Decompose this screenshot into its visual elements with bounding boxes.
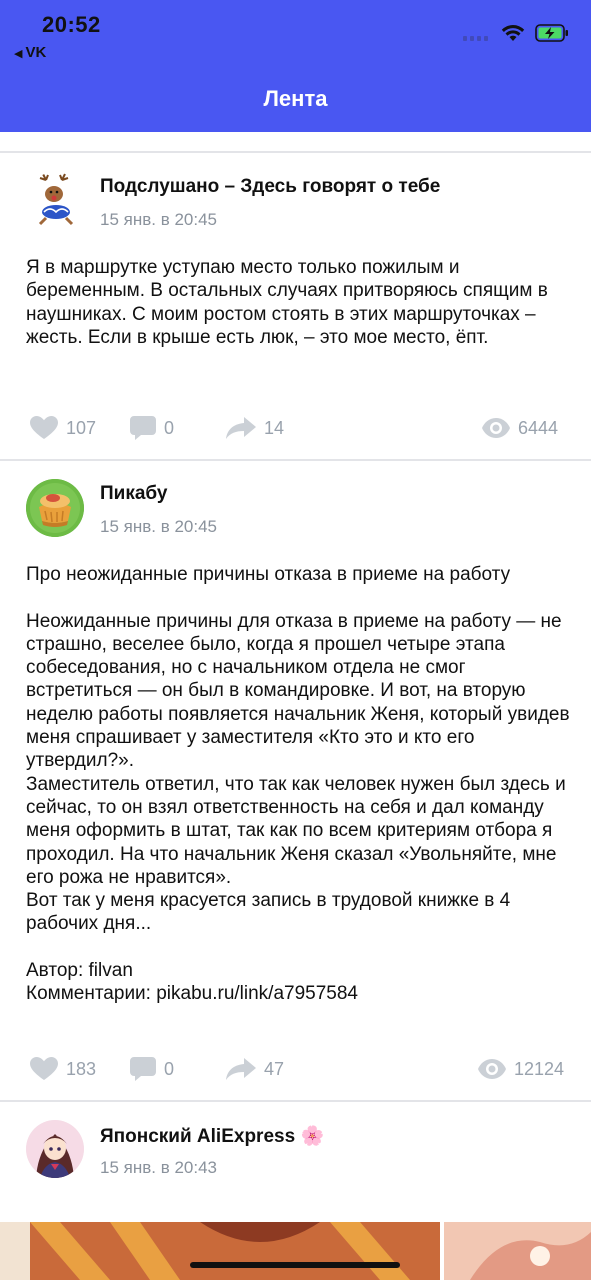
share-button[interactable]: 47: [226, 1049, 284, 1089]
author-name: Японский AliExpress: [100, 1126, 296, 1147]
comment-count: 0: [164, 1058, 175, 1079]
reindeer-icon[interactable]: [26, 172, 84, 230]
page-title: Лента: [263, 86, 328, 111]
post-date[interactable]: 15 янв. в 20:45: [100, 210, 217, 230]
post-actions: 183 0 47 12124: [0, 1049, 591, 1089]
share-button[interactable]: 14: [226, 408, 284, 448]
status-time: 20:52: [42, 12, 101, 37]
like-button[interactable]: 107: [30, 408, 96, 448]
share-count: 47: [264, 1058, 285, 1079]
wifi-icon: [501, 25, 525, 41]
heart-icon: [30, 1057, 58, 1080]
post-text: Я в маршрутке уступаю место только пожил…: [26, 257, 554, 348]
comment-button[interactable]: 0: [130, 408, 174, 448]
share-arrow-icon: [226, 1058, 256, 1080]
comment-count: 0: [164, 417, 175, 438]
status-icons: [463, 24, 569, 42]
sakura-emoji-icon: 🌸: [300, 1126, 325, 1147]
feed-post: Подслушано – Здесь говорят о тебе 15 янв…: [0, 154, 591, 458]
share-count: 14: [264, 417, 285, 438]
post-image-preview[interactable]: [0, 1222, 591, 1280]
like-count: 107: [66, 417, 97, 438]
divider: [0, 151, 591, 153]
post-author[interactable]: Японский AliExpress 🌸: [100, 1124, 324, 1148]
post-actions: 107 0 14 6444: [0, 408, 591, 448]
eye-icon: [482, 418, 510, 438]
feed-post: Пикабу 15 янв. в 20:45 Про неожиданные п…: [0, 461, 591, 1099]
post-author[interactable]: Подслушано – Здесь говорят о тебе: [100, 176, 440, 198]
post-author[interactable]: Пикабу: [100, 483, 167, 505]
views-counter: 6444: [482, 408, 558, 448]
back-app-label: VK: [25, 44, 47, 61]
back-to-app-button[interactable]: ◀ VK: [14, 44, 46, 61]
post-date[interactable]: 15 янв. в 20:45: [100, 517, 217, 537]
like-button[interactable]: 183: [30, 1049, 96, 1089]
views-count: 12124: [514, 1058, 565, 1079]
views-count: 6444: [518, 417, 559, 438]
comment-icon: [130, 1057, 156, 1081]
post-date[interactable]: 15 янв. в 20:43: [100, 1158, 217, 1178]
app-header: 20:52 ◀ VK Лента: [0, 0, 591, 132]
home-indicator[interactable]: [190, 1262, 400, 1268]
pikabu-logo-icon[interactable]: [26, 479, 84, 537]
feed-post: Японский AliExpress 🌸 15 янв. в 20:43: [0, 1102, 591, 1222]
eye-icon: [478, 1059, 506, 1079]
heart-icon: [30, 416, 58, 439]
comment-icon: [130, 416, 156, 440]
comment-button[interactable]: 0: [130, 1049, 174, 1089]
anime-girl-avatar-icon[interactable]: [26, 1120, 84, 1178]
views-counter: 12124: [478, 1049, 564, 1089]
share-arrow-icon: [226, 417, 256, 439]
signal-icon: [463, 36, 488, 41]
back-triangle-icon: ◀: [14, 48, 23, 60]
like-count: 183: [66, 1058, 97, 1079]
battery-charging-icon: [535, 24, 568, 42]
post-text: Про неожиданные причины отказа в приеме …: [26, 564, 570, 1005]
